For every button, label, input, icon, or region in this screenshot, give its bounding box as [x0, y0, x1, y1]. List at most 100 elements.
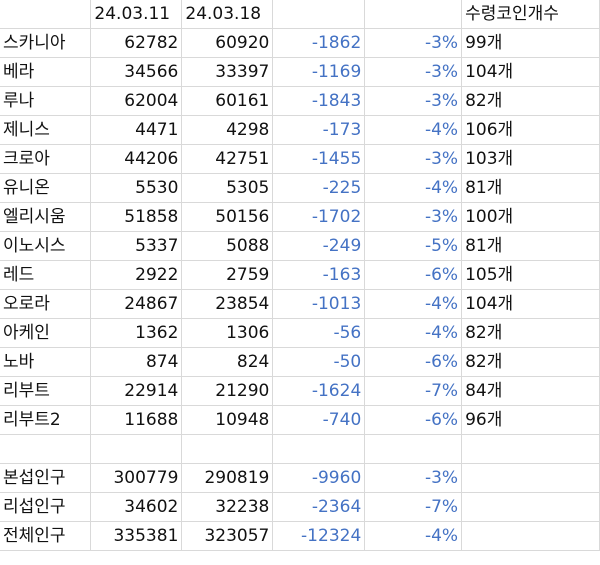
percent-change-cell[interactable]: -6%: [364, 405, 463, 436]
difference-cell[interactable]: -1702: [272, 202, 366, 233]
value-date2-cell[interactable]: 50156: [181, 202, 274, 233]
server-name-cell[interactable]: 유니온: [0, 173, 92, 204]
value-date1-cell[interactable]: 2922: [90, 260, 183, 291]
value-date1-cell[interactable]: 34566: [90, 57, 183, 88]
coin-count-cell[interactable]: 100개: [461, 202, 600, 233]
value-date2-cell[interactable]: 4298: [181, 115, 274, 146]
server-name-cell[interactable]: 아케인: [0, 318, 92, 349]
percent-change-cell[interactable]: -4%: [364, 318, 463, 349]
difference-cell[interactable]: -1624: [272, 376, 366, 407]
summary-date1-cell[interactable]: 335381: [90, 521, 183, 551]
server-name-cell[interactable]: 제니스: [0, 115, 92, 146]
coin-count-cell[interactable]: 81개: [461, 173, 600, 204]
percent-change-cell[interactable]: -6%: [364, 347, 463, 378]
cell-blank[interactable]: [364, 434, 463, 464]
value-date1-cell[interactable]: 62004: [90, 86, 183, 117]
summary-date1-cell[interactable]: 300779: [90, 463, 183, 493]
difference-cell[interactable]: -249: [272, 231, 366, 262]
server-name-cell[interactable]: 엘리시움: [0, 202, 92, 233]
percent-change-cell[interactable]: -4%: [364, 115, 463, 146]
coin-count-cell[interactable]: 103개: [461, 144, 600, 175]
cell-blank[interactable]: [461, 434, 600, 464]
difference-cell[interactable]: -1843: [272, 86, 366, 117]
server-name-cell[interactable]: 리부트2: [0, 405, 92, 436]
server-name-cell[interactable]: 레드: [0, 260, 92, 291]
coin-count-cell[interactable]: 106개: [461, 115, 600, 146]
cell-blank[interactable]: [461, 492, 600, 522]
percent-change-cell[interactable]: -4%: [364, 173, 463, 204]
cell-blank[interactable]: [461, 463, 600, 493]
server-name-cell[interactable]: 리부트: [0, 376, 92, 407]
server-name-cell[interactable]: 이노시스: [0, 231, 92, 262]
summary-date2-cell[interactable]: 290819: [181, 463, 274, 493]
value-date2-cell[interactable]: 2759: [181, 260, 274, 291]
server-name-cell[interactable]: 베라: [0, 57, 92, 88]
value-date1-cell[interactable]: 874: [90, 347, 183, 378]
value-date1-cell[interactable]: 51858: [90, 202, 183, 233]
difference-cell[interactable]: -1455: [272, 144, 366, 175]
value-date2-cell[interactable]: 10948: [181, 405, 274, 436]
coin-count-cell[interactable]: 104개: [461, 289, 600, 320]
server-name-cell[interactable]: 오로라: [0, 289, 92, 320]
difference-cell[interactable]: -1013: [272, 289, 366, 320]
percent-change-cell[interactable]: -3%: [364, 86, 463, 117]
value-date2-cell[interactable]: 42751: [181, 144, 274, 175]
header-coins[interactable]: 수령코인개수: [461, 0, 600, 30]
summary-difference-cell[interactable]: -9960: [272, 463, 366, 493]
server-name-cell[interactable]: 스카니아: [0, 28, 92, 59]
summary-difference-cell[interactable]: -2364: [272, 492, 366, 522]
cell-blank[interactable]: [272, 0, 366, 30]
percent-change-cell[interactable]: -3%: [364, 57, 463, 88]
difference-cell[interactable]: -50: [272, 347, 366, 378]
value-date2-cell[interactable]: 60920: [181, 28, 274, 59]
percent-change-cell[interactable]: -5%: [364, 231, 463, 262]
summary-percent-cell[interactable]: -7%: [364, 492, 463, 522]
value-date2-cell[interactable]: 5305: [181, 173, 274, 204]
header-date2[interactable]: 24.03.18: [181, 0, 274, 30]
summary-difference-cell[interactable]: -12324: [272, 521, 366, 551]
difference-cell[interactable]: -1862: [272, 28, 366, 59]
cell-blank[interactable]: [364, 0, 463, 30]
difference-cell[interactable]: -163: [272, 260, 366, 291]
server-name-cell[interactable]: 루나: [0, 86, 92, 117]
value-date1-cell[interactable]: 22914: [90, 376, 183, 407]
value-date2-cell[interactable]: 60161: [181, 86, 274, 117]
coin-count-cell[interactable]: 104개: [461, 57, 600, 88]
header-date1[interactable]: 24.03.11: [90, 0, 183, 30]
coin-count-cell[interactable]: 96개: [461, 405, 600, 436]
server-name-cell[interactable]: 크로아: [0, 144, 92, 175]
value-date2-cell[interactable]: 5088: [181, 231, 274, 262]
value-date1-cell[interactable]: 24867: [90, 289, 183, 320]
coin-count-cell[interactable]: 84개: [461, 376, 600, 407]
value-date2-cell[interactable]: 33397: [181, 57, 274, 88]
cell-blank[interactable]: [272, 434, 366, 464]
value-date1-cell[interactable]: 1362: [90, 318, 183, 349]
cell-blank[interactable]: [0, 0, 92, 30]
difference-cell[interactable]: -173: [272, 115, 366, 146]
difference-cell[interactable]: -56: [272, 318, 366, 349]
percent-change-cell[interactable]: -3%: [364, 144, 463, 175]
coin-count-cell[interactable]: 99개: [461, 28, 600, 59]
summary-date2-cell[interactable]: 32238: [181, 492, 274, 522]
value-date1-cell[interactable]: 5337: [90, 231, 183, 262]
value-date1-cell[interactable]: 44206: [90, 144, 183, 175]
cell-blank[interactable]: [181, 434, 274, 464]
difference-cell[interactable]: -225: [272, 173, 366, 204]
value-date1-cell[interactable]: 4471: [90, 115, 183, 146]
summary-date1-cell[interactable]: 34602: [90, 492, 183, 522]
cell-blank[interactable]: [90, 434, 183, 464]
percent-change-cell[interactable]: -3%: [364, 28, 463, 59]
summary-name-cell[interactable]: 전체인구: [0, 521, 92, 551]
summary-date2-cell[interactable]: 323057: [181, 521, 274, 551]
difference-cell[interactable]: -740: [272, 405, 366, 436]
value-date1-cell[interactable]: 5530: [90, 173, 183, 204]
summary-name-cell[interactable]: 본섭인구: [0, 463, 92, 493]
value-date2-cell[interactable]: 1306: [181, 318, 274, 349]
value-date2-cell[interactable]: 824: [181, 347, 274, 378]
summary-percent-cell[interactable]: -3%: [364, 463, 463, 493]
summary-name-cell[interactable]: 리섭인구: [0, 492, 92, 522]
coin-count-cell[interactable]: 82개: [461, 318, 600, 349]
coin-count-cell[interactable]: 82개: [461, 86, 600, 117]
percent-change-cell[interactable]: -3%: [364, 202, 463, 233]
cell-blank[interactable]: [0, 434, 92, 464]
